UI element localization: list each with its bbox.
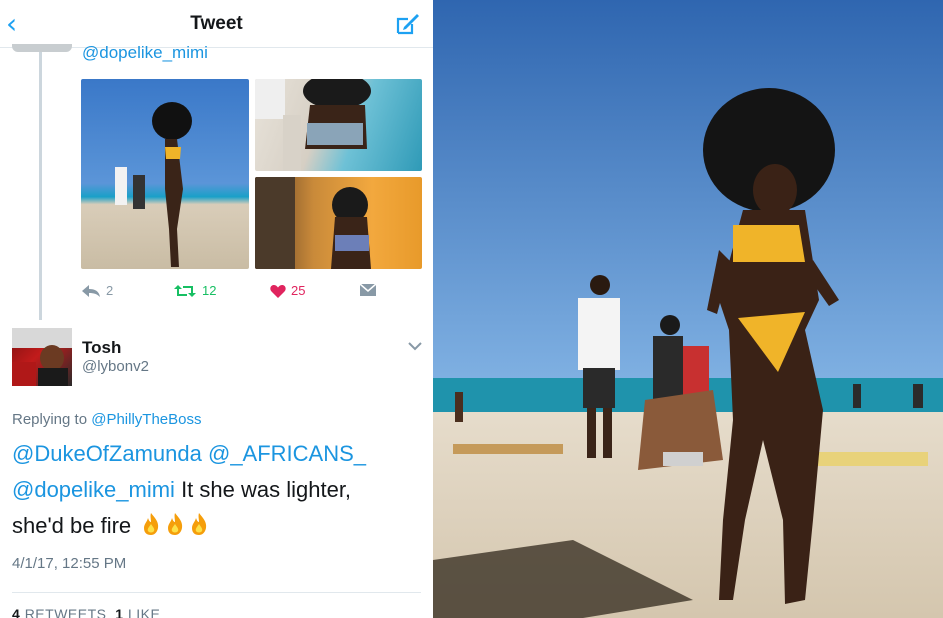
author-name[interactable]: Tosh [82, 338, 121, 358]
dm-action[interactable] [359, 283, 377, 297]
chevron-left-icon[interactable]: ‹ [6, 10, 30, 38]
author-handle[interactable]: @lybonv2 [82, 358, 149, 375]
retweets-count[interactable]: 4 [12, 606, 20, 618]
fire-emoji-icon [192, 513, 207, 535]
tweet-stats: 4 RETWEETS 1 LIKE [12, 606, 160, 618]
parent-actions: 2 12 25 [81, 283, 381, 303]
tweet-body-line-1: It she was lighter, [174, 477, 352, 502]
timestamp: 4/1/17, 12:55 PM [12, 555, 127, 572]
mention-link[interactable]: @_AFRICANS_ [208, 441, 366, 466]
fire-emoji-icon [168, 513, 183, 535]
avatar[interactable] [12, 328, 72, 386]
navbar: ‹ Tweet [0, 0, 433, 48]
like-action[interactable]: 25 [270, 283, 305, 298]
like-count: 25 [291, 283, 306, 298]
media-photo-3[interactable] [255, 177, 422, 269]
mention-link[interactable]: @dopelike_mimi [12, 477, 175, 502]
retweet-count: 12 [202, 283, 217, 298]
media-grid [81, 79, 422, 269]
divider [12, 592, 421, 593]
tweet-text: @DukeOfZamunda @_AFRICANS_ @dopelike_mim… [12, 436, 422, 544]
retweets-label[interactable]: RETWEETS [25, 606, 107, 618]
tweet-body-line-2: she'd be fire [12, 513, 132, 538]
mention-link[interactable]: @DukeOfZamunda [12, 441, 202, 466]
replying-mention[interactable]: @PhillyTheBoss [91, 411, 201, 428]
reply-action[interactable]: 2 [81, 283, 113, 298]
envelope-icon [359, 283, 377, 296]
retweet-icon [174, 284, 196, 297]
retweet-action[interactable]: 12 [173, 283, 216, 298]
compose-icon[interactable] [395, 10, 421, 36]
fire-emoji-icon [144, 513, 159, 535]
replying-to: Replying to @PhillyTheBoss [12, 411, 202, 428]
replying-prefix: Replying to [12, 411, 88, 428]
page-title: Tweet [190, 12, 243, 34]
beach-photo [433, 0, 943, 618]
chevron-down-icon[interactable] [407, 340, 423, 352]
heart-icon [270, 284, 286, 298]
likes-count[interactable]: 1 [115, 606, 123, 618]
thread-line [39, 50, 42, 320]
reply-count: 2 [106, 283, 114, 298]
avatar[interactable] [12, 44, 72, 52]
tweet-panel: ‹ Tweet @dopelike_mimi 2 12 25 Tosh @lyb… [0, 0, 433, 618]
likes-label[interactable]: LIKE [128, 606, 160, 618]
parent-handle[interactable]: @dopelike_mimi [82, 43, 208, 63]
media-photo-1[interactable] [81, 79, 249, 269]
media-photo-2[interactable] [255, 79, 422, 171]
reply-icon [82, 284, 100, 297]
